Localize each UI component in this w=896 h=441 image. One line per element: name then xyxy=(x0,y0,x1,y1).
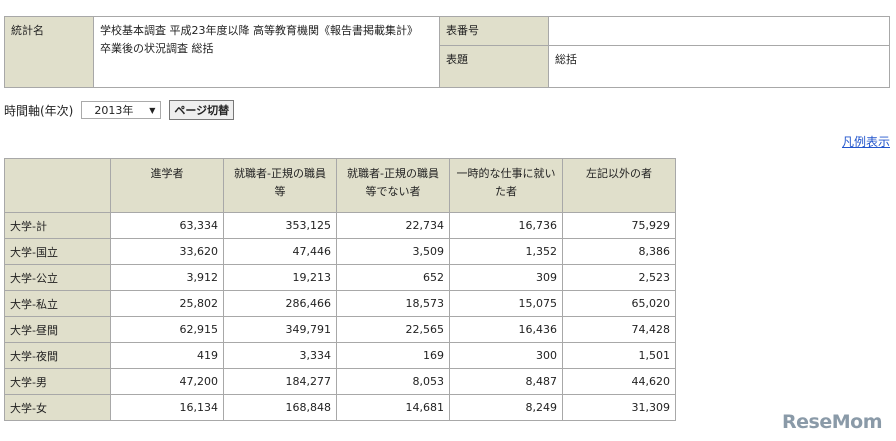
table-cell: 31,309 xyxy=(562,394,676,421)
table-cell: 47,200 xyxy=(110,368,224,395)
row-header: 大学-男 xyxy=(4,368,111,395)
table-cell: 62,915 xyxy=(110,316,224,343)
stat-info-table: 統計名 学校基本調査 平成23年度以降 高等教育機関《報告書掲載集計》 卒業後の状… xyxy=(4,16,890,88)
resemom-logo: ReseMom xyxy=(782,411,882,433)
table-cell: 419 xyxy=(110,342,224,369)
table-cell: 8,249 xyxy=(449,394,563,421)
row-header: 大学-国立 xyxy=(4,238,111,265)
column-header: 就職者-正規の職員等でない者 xyxy=(336,158,450,213)
table-cell: 65,020 xyxy=(562,290,676,317)
table-cell: 63,334 xyxy=(110,212,224,239)
table-cell: 16,736 xyxy=(449,212,563,239)
table-row: 大学-女 16,134 168,848 14,681 8,249 31,309 xyxy=(4,394,676,421)
table-cell: 8,487 xyxy=(449,368,563,395)
table-cell: 44,620 xyxy=(562,368,676,395)
table-cell: 8,053 xyxy=(336,368,450,395)
column-header: 一時的な仕事に就いた者 xyxy=(449,158,563,213)
table-cell: 349,791 xyxy=(223,316,337,343)
data-table: 進学者 就職者-正規の職員等 就職者-正規の職員等でない者 一時的な仕事に就いた者 左記… xyxy=(4,158,676,421)
stat-name-line2: 卒業後の状況調査 総括 xyxy=(100,42,214,55)
table-cell: 168,848 xyxy=(223,394,337,421)
table-cell: 353,125 xyxy=(223,212,337,239)
table-cell: 16,134 xyxy=(110,394,224,421)
table-no-value xyxy=(548,16,890,46)
year-select[interactable]: 2013年 ▼ xyxy=(81,101,162,119)
table-no-label: 表番号 xyxy=(439,16,549,46)
table-cell: 3,912 xyxy=(110,264,224,291)
table-cell: 184,277 xyxy=(223,368,337,395)
table-cell: 22,565 xyxy=(336,316,450,343)
page-switch-button[interactable]: ページ切替 xyxy=(169,100,235,120)
legend-display-link[interactable]: 凡例表示 xyxy=(842,133,890,150)
table-cell: 33,620 xyxy=(110,238,224,265)
table-cell: 8,386 xyxy=(562,238,676,265)
stat-name-value: 学校基本調査 平成23年度以降 高等教育機関《報告書掲載集計》 卒業後の状況調査 … xyxy=(93,16,440,88)
table-row: 大学-計 63,334 353,125 22,734 16,736 75,929 xyxy=(4,212,676,239)
corner-cell xyxy=(4,158,111,213)
table-cell: 19,213 xyxy=(223,264,337,291)
table-cell: 309 xyxy=(449,264,563,291)
table-cell: 18,573 xyxy=(336,290,450,317)
table-cell: 25,802 xyxy=(110,290,224,317)
table-row: 大学-公立 3,912 19,213 652 309 2,523 xyxy=(4,264,676,291)
table-cell: 169 xyxy=(336,342,450,369)
table-row: 大学-国立 33,620 47,446 3,509 1,352 8,386 xyxy=(4,238,676,265)
year-select-value: 2013年 xyxy=(94,104,134,117)
column-header: 左記以外の者 xyxy=(562,158,676,213)
row-header: 大学-公立 xyxy=(4,264,111,291)
table-cell: 16,436 xyxy=(449,316,563,343)
table-cell: 14,681 xyxy=(336,394,450,421)
table-cell: 22,734 xyxy=(336,212,450,239)
table-cell: 286,466 xyxy=(223,290,337,317)
dropdown-arrow-icon: ▼ xyxy=(149,105,156,115)
table-row: 大学-男 47,200 184,277 8,053 8,487 44,620 xyxy=(4,368,676,395)
table-cell: 75,929 xyxy=(562,212,676,239)
table-cell: 15,075 xyxy=(449,290,563,317)
column-header: 進学者 xyxy=(110,158,224,213)
table-cell: 1,501 xyxy=(562,342,676,369)
row-header: 大学-夜間 xyxy=(4,342,111,369)
table-cell: 47,446 xyxy=(223,238,337,265)
table-row: 大学-私立 25,802 286,466 18,573 15,075 65,020 xyxy=(4,290,676,317)
table-cell: 1,352 xyxy=(449,238,563,265)
table-cell: 3,509 xyxy=(336,238,450,265)
row-header: 大学-女 xyxy=(4,394,111,421)
table-cell: 300 xyxy=(449,342,563,369)
title-value: 総括 xyxy=(548,45,890,88)
row-header: 大学-私立 xyxy=(4,290,111,317)
table-cell: 74,428 xyxy=(562,316,676,343)
time-axis-label: 時間軸(年次) xyxy=(4,103,74,118)
table-cell: 3,334 xyxy=(223,342,337,369)
table-cell: 652 xyxy=(336,264,450,291)
title-label: 表題 xyxy=(439,45,549,88)
row-header: 大学-計 xyxy=(4,212,111,239)
table-row: 大学-昼間 62,915 349,791 22,565 16,436 74,428 xyxy=(4,316,676,343)
table-row: 大学-夜間 419 3,334 169 300 1,501 xyxy=(4,342,676,369)
stat-name-label: 統計名 xyxy=(4,16,94,88)
time-axis-control: 時間軸(年次) 2013年 ▼ ページ切替 xyxy=(4,100,235,120)
stat-name-line1: 学校基本調査 平成23年度以降 高等教育機関《報告書掲載集計》 xyxy=(100,24,418,37)
row-header: 大学-昼間 xyxy=(4,316,111,343)
table-cell: 2,523 xyxy=(562,264,676,291)
column-header: 就職者-正規の職員等 xyxy=(223,158,337,213)
